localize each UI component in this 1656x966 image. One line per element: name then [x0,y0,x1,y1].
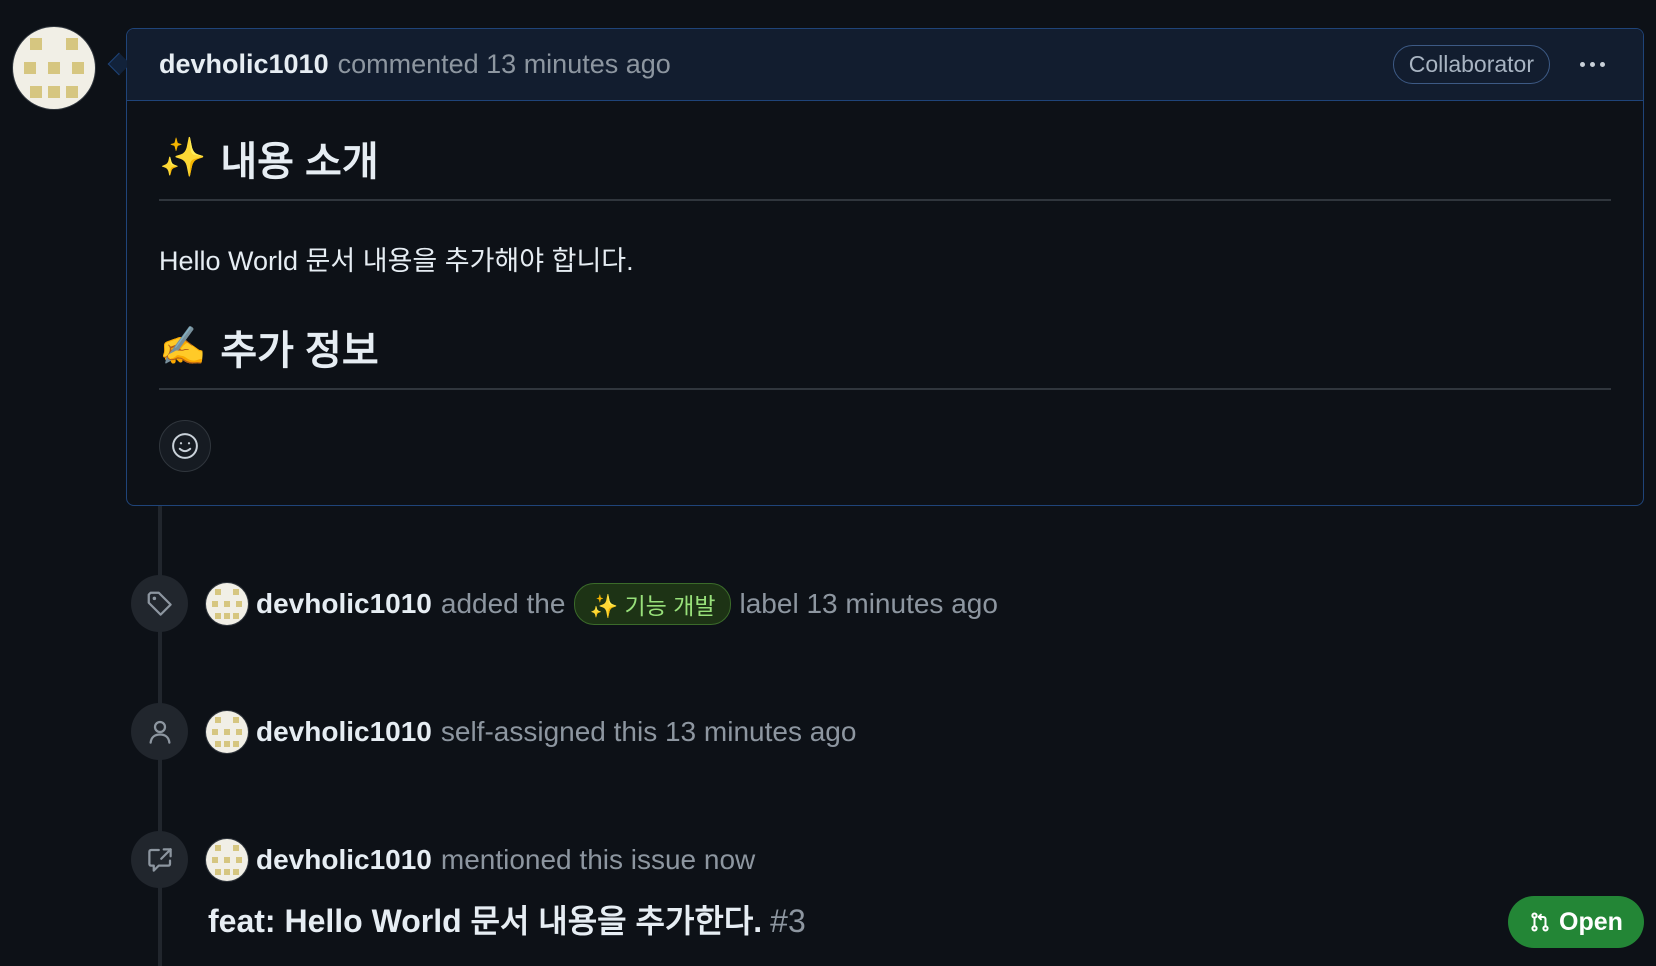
timeline-event-labeled: devholic1010 added the ✨ 기능 개발 label 13 … [131,575,998,632]
writing-hand-emoji: ✍️ [159,326,207,368]
event-author-link[interactable]: devholic1010 [256,716,432,748]
event-text: added the [440,587,566,619]
timeline-event-referenced: devholic1010 mentioned this issue now [131,831,755,888]
pull-request-icon [1531,912,1549,932]
comment-body: ✨ 내용 소개 Hello World 문서 내용을 추가해야 합니다. ✍️ … [127,101,1643,472]
timeline-event-assigned: devholic1010 self-assigned this 13 minut… [131,703,856,760]
pr-number[interactable]: #3 [770,903,806,939]
issue-timeline: devholic1010 commented 13 minutes ago Co… [0,0,1656,966]
avatar[interactable] [13,27,95,109]
referenced-pr-link[interactable]: feat: Hello World 문서 내용을 추가한다. #3 [208,896,806,942]
tag-icon [131,575,188,632]
comment-paragraph: Hello World 문서 내용을 추가해야 합니다. [159,246,634,276]
sparkles-emoji: ✨ [159,137,207,179]
cross-reference-icon [131,831,188,888]
label-pill-feature[interactable]: ✨ 기능 개발 [574,582,731,625]
avatar[interactable] [206,582,248,625]
section-heading: ✨ 내용 소개 [159,129,1611,201]
smiley-icon [172,433,198,459]
event-author-link[interactable]: devholic1010 [256,588,432,620]
add-reaction-button[interactable] [159,420,211,472]
identicon [13,27,95,109]
avatar[interactable] [206,710,248,753]
pr-title[interactable]: feat: Hello World 문서 내용을 추가한다. [208,903,762,939]
avatar[interactable] [206,838,248,881]
event-author-link[interactable]: devholic1010 [256,844,432,876]
comment-timestamp[interactable]: commented 13 minutes ago [338,49,671,80]
section-heading-text: 내용 소개 [220,140,379,184]
collaborator-badge: Collaborator [1392,45,1550,84]
pr-status-label: Open [1559,907,1623,936]
comment-header: devholic1010 commented 13 minutes ago Co… [127,29,1643,101]
pr-status-badge: Open [1508,896,1644,948]
section-heading: ✍️ 추가 정보 [159,318,1611,390]
section-heading-text: 추가 정보 [220,329,379,373]
comment-author-link[interactable]: devholic1010 [159,49,329,80]
event-text: mentioned this issue now [440,843,756,875]
person-icon [131,703,188,760]
issue-comment: devholic1010 commented 13 minutes ago Co… [126,28,1644,506]
event-text[interactable]: self-assigned this 13 minutes ago [441,716,857,748]
event-text[interactable]: label 13 minutes ago [740,588,998,620]
more-options-icon[interactable] [1574,56,1611,73]
